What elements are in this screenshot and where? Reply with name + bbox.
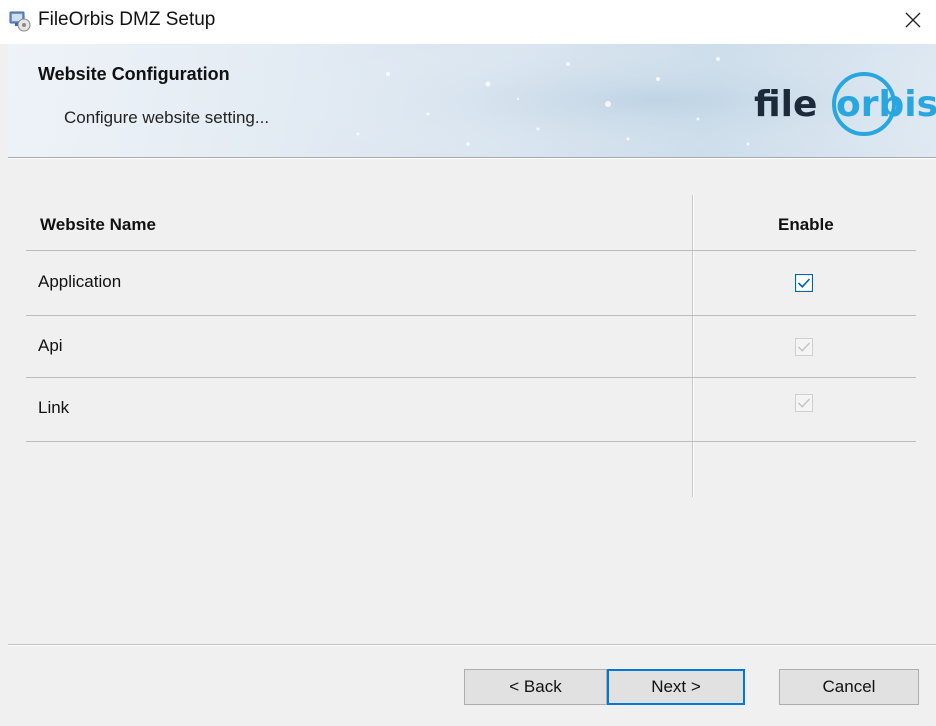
cancel-button[interactable]: Cancel bbox=[779, 669, 919, 705]
next-button[interactable]: Next > bbox=[607, 669, 745, 705]
title-bar: FileOrbis DMZ Setup bbox=[0, 0, 936, 44]
table-row[interactable]: Link bbox=[26, 378, 916, 440]
table-row[interactable]: Application bbox=[26, 252, 916, 314]
table-row[interactable]: Api bbox=[26, 316, 916, 378]
header-banner: Website Configuration Configure website … bbox=[8, 44, 936, 157]
footer-separator bbox=[8, 644, 936, 646]
banner-separator bbox=[8, 157, 936, 159]
enable-checkbox-api bbox=[795, 338, 813, 356]
website-name-api: Api bbox=[38, 336, 63, 355]
website-name-link: Link bbox=[38, 398, 70, 417]
svg-text:orbis: orbis bbox=[836, 84, 936, 125]
header-divider bbox=[26, 250, 916, 251]
setup-icon bbox=[9, 10, 31, 32]
enable-checkbox-link bbox=[795, 394, 813, 412]
close-icon bbox=[905, 12, 921, 32]
website-table: Website Name Enable Application Api Link bbox=[26, 195, 916, 497]
close-button[interactable] bbox=[890, 0, 936, 44]
window-title: FileOrbis DMZ Setup bbox=[38, 9, 216, 30]
column-header-enable[interactable]: Enable bbox=[778, 215, 834, 235]
svg-text:file: file bbox=[754, 84, 817, 125]
banner-title: Website Configuration bbox=[38, 64, 230, 84]
row-divider bbox=[26, 441, 916, 442]
fileorbis-logo: file orbis bbox=[754, 72, 936, 136]
column-header-website-name[interactable]: Website Name bbox=[40, 215, 156, 235]
website-name-application: Application bbox=[38, 272, 122, 291]
back-button[interactable]: < Back bbox=[464, 669, 607, 705]
banner-subtitle: Configure website setting... bbox=[64, 108, 270, 127]
enable-checkbox-application[interactable] bbox=[794, 273, 814, 293]
